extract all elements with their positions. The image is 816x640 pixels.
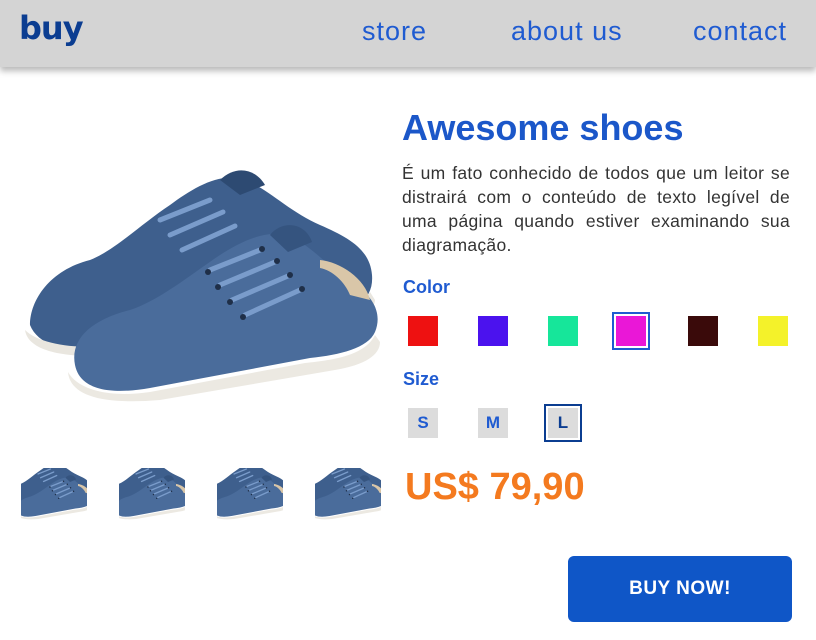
color-swatch-yellow[interactable] — [758, 316, 788, 346]
nav-store[interactable]: store — [362, 18, 427, 45]
sneaker-thumbnail-image — [119, 468, 185, 534]
sneaker-thumbnail-image — [21, 468, 87, 534]
color-swatch-red[interactable] — [408, 316, 438, 346]
thumbnail-2[interactable] — [119, 468, 185, 534]
color-swatch-magenta[interactable] — [612, 312, 650, 350]
size-option-s[interactable]: S — [408, 408, 438, 438]
size-label: Size — [403, 369, 440, 389]
color-swatch-purple[interactable] — [478, 316, 508, 346]
product-title: Awesome shoes — [402, 107, 684, 148]
site-logo[interactable]: buy — [19, 12, 84, 44]
nav-contact[interactable]: contact — [693, 18, 787, 45]
size-option-m[interactable]: M — [478, 408, 508, 438]
thumbnail-3[interactable] — [217, 468, 283, 534]
thumbnail-1[interactable] — [21, 468, 87, 534]
thumbnail-strip — [21, 468, 383, 534]
color-swatch-green[interactable] — [548, 316, 578, 346]
product-description: É um fato conhecido de todos que um leit… — [402, 163, 790, 255]
color-swatch-dark-brown[interactable] — [688, 316, 718, 346]
sneaker-image — [20, 150, 380, 410]
nav-about-us[interactable]: about us — [511, 18, 623, 45]
sneaker-thumbnail-image — [217, 468, 283, 534]
product-price: US$ 79,90 — [405, 466, 585, 508]
product-main-image — [20, 150, 380, 410]
color-label: Color — [403, 277, 450, 297]
sneaker-thumbnail-image — [315, 468, 381, 534]
thumbnail-4[interactable] — [315, 468, 381, 534]
site-header: buy store about us contact — [0, 0, 816, 67]
buy-now-button[interactable]: BUY NOW! — [568, 556, 792, 622]
size-option-l[interactable]: L — [544, 404, 582, 442]
